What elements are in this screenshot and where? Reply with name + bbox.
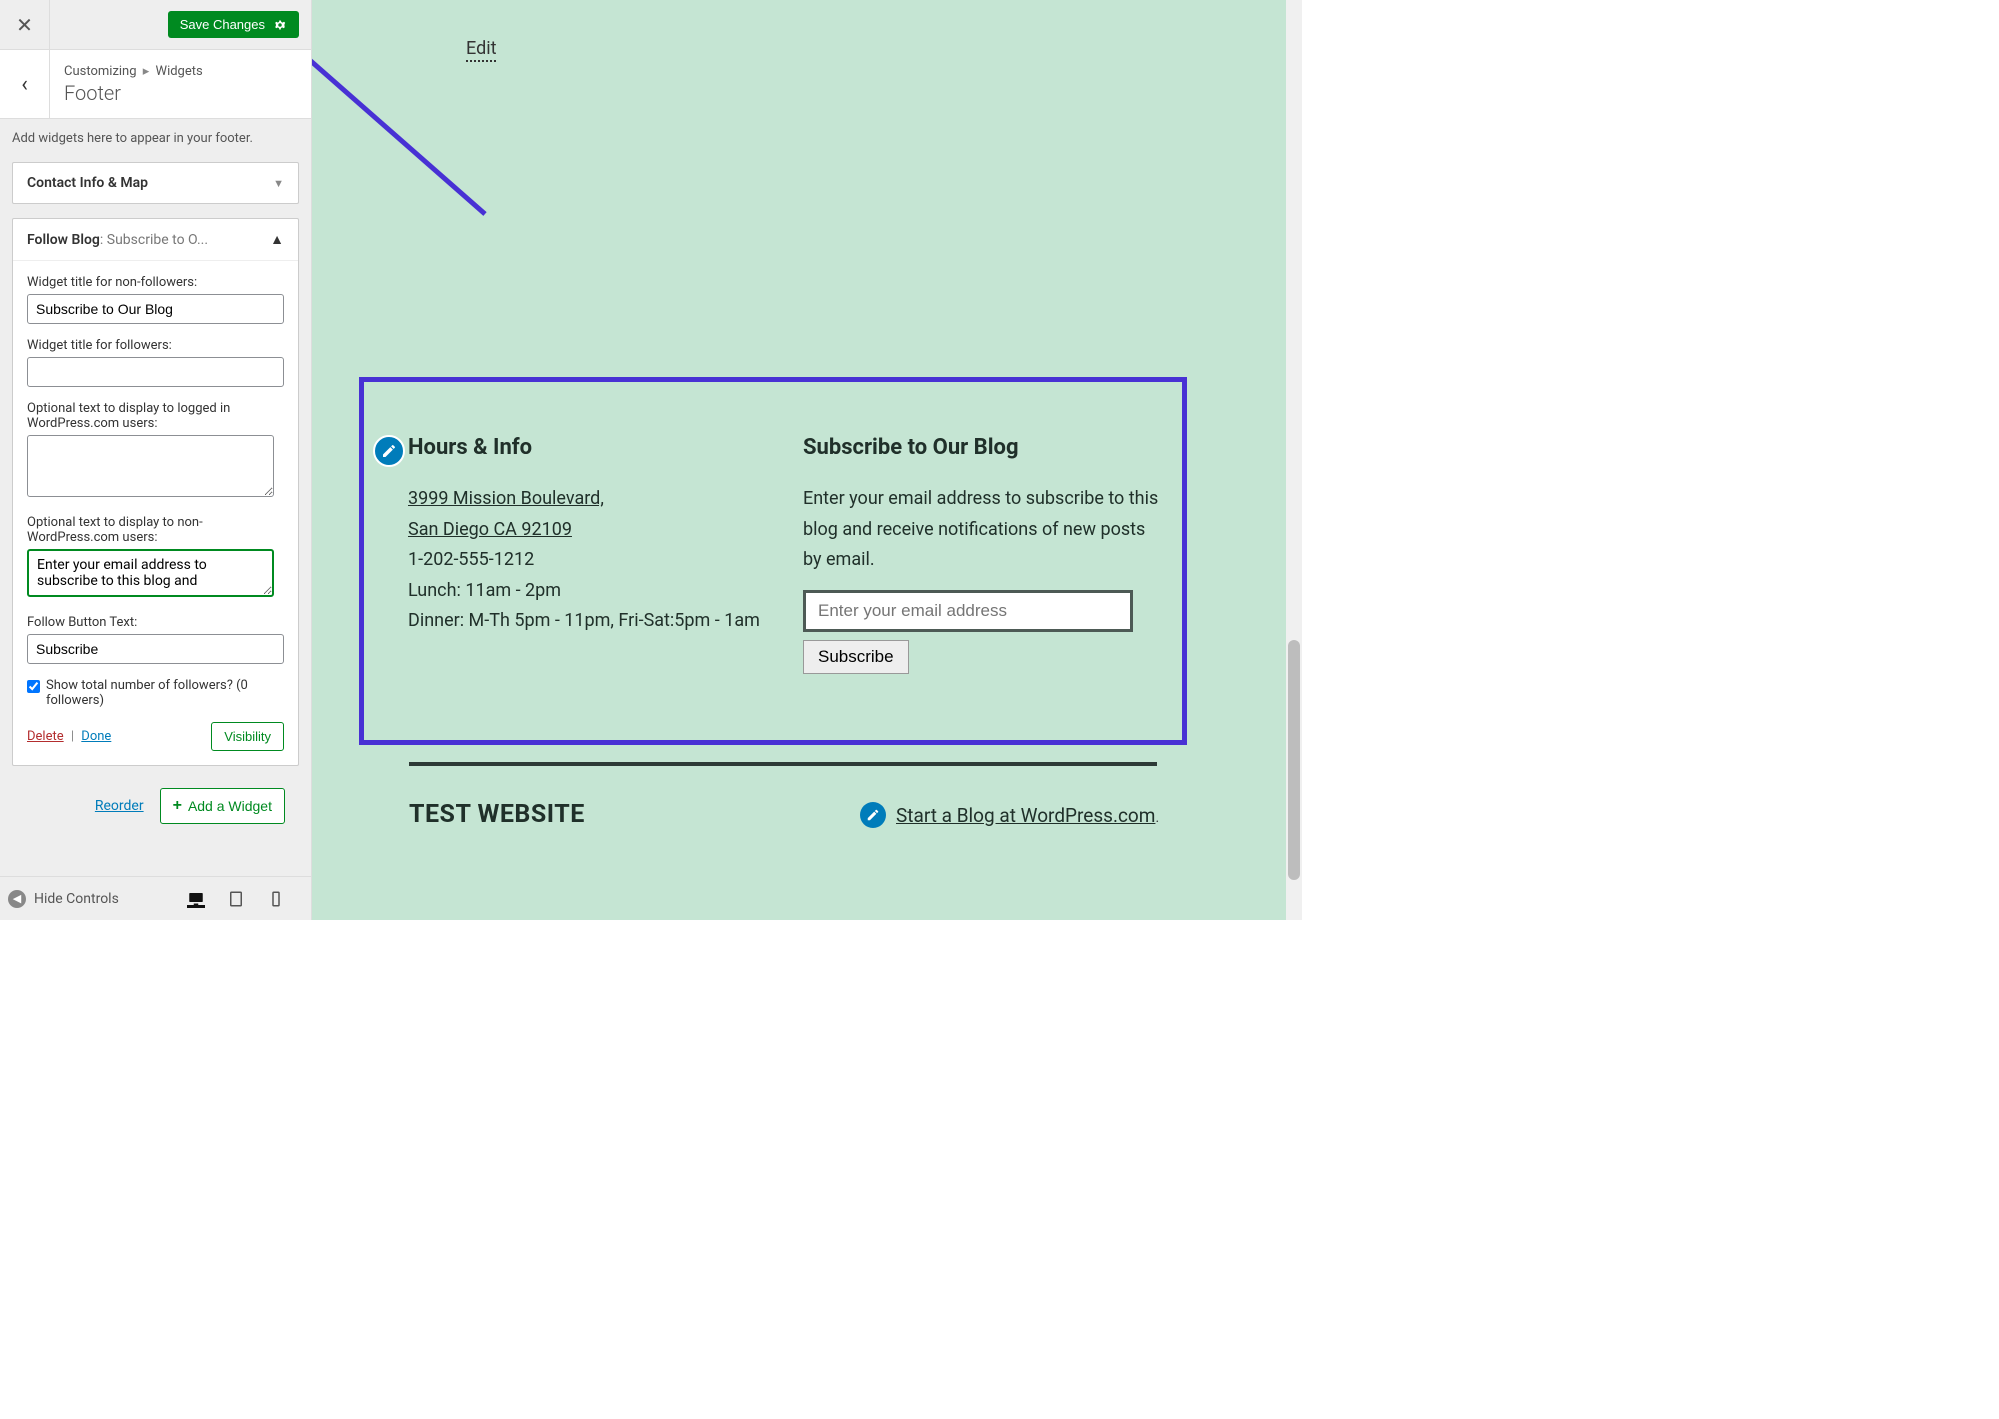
app-root: ✕ Save Changes ‹ Customizing ▸ Widgets F… bbox=[0, 0, 1302, 920]
widget-title: Follow Blog: Subscribe to O... bbox=[27, 232, 208, 248]
pipe-separator: | bbox=[71, 729, 74, 744]
pencil-icon bbox=[381, 443, 397, 459]
follow-button-text-label: Follow Button Text: bbox=[27, 615, 284, 630]
visibility-button[interactable]: Visibility bbox=[211, 722, 284, 751]
subscribe-heading: Subscribe to Our Blog bbox=[803, 435, 1168, 460]
plus-icon: + bbox=[173, 797, 182, 815]
breadcrumb-row: ‹ Customizing ▸ Widgets Footer bbox=[0, 50, 311, 119]
breadcrumb: Customizing ▸ Widgets Footer bbox=[50, 54, 217, 115]
gear-icon bbox=[273, 18, 287, 32]
collapse-icon: ◀ bbox=[8, 890, 26, 908]
preview-inner: Edit Hours & Info 3999 Mission Boulevard… bbox=[312, 0, 1302, 920]
address-block: 3999 Mission Boulevard, San Diego CA 921… bbox=[408, 484, 773, 545]
nonwp-text-label: Optional text to display to non-WordPres… bbox=[27, 515, 284, 545]
loggedin-text-label: Optional text to display to logged in Wo… bbox=[27, 401, 284, 431]
add-widget-label: Add a Widget bbox=[188, 798, 272, 814]
mobile-preview-icon[interactable] bbox=[267, 890, 285, 908]
desktop-preview-icon[interactable] bbox=[187, 890, 205, 908]
sidebar-body: Add widgets here to appear in your foote… bbox=[0, 119, 311, 876]
close-customizer-button[interactable]: ✕ bbox=[0, 0, 50, 50]
nonwp-text-textarea[interactable]: Enter your email address to subscribe to… bbox=[27, 549, 274, 597]
tablet-preview-icon[interactable] bbox=[227, 890, 245, 908]
footer-columns: Hours & Info 3999 Mission Boulevard, San… bbox=[408, 435, 1168, 674]
site-preview: Edit Hours & Info 3999 Mission Boulevard… bbox=[312, 0, 1302, 920]
hours-heading: Hours & Info bbox=[408, 435, 773, 460]
widget-follow-blog-body: Widget title for non-followers: Widget t… bbox=[13, 261, 298, 765]
customizer-sidebar: ✕ Save Changes ‹ Customizing ▸ Widgets F… bbox=[0, 0, 312, 920]
followers-title-label: Widget title for followers: bbox=[27, 338, 284, 353]
sidebar-bottom-bar: ◀ Hide Controls bbox=[0, 876, 311, 920]
widget-actions-left: Delete | Done bbox=[27, 729, 111, 744]
hours-info-widget: Hours & Info 3999 Mission Boulevard, San… bbox=[408, 435, 773, 674]
widget-actions: Delete | Done Visibility bbox=[27, 722, 284, 751]
show-total-followers-label: Show total number of followers? (0 follo… bbox=[46, 678, 284, 708]
wordpress-badge-icon bbox=[860, 802, 886, 828]
save-changes-label: Save Changes bbox=[180, 17, 265, 32]
edit-widget-shortcut[interactable] bbox=[373, 435, 405, 467]
period: . bbox=[1155, 810, 1159, 826]
address-line2-link[interactable]: San Diego CA 92109 bbox=[408, 519, 572, 540]
close-icon: ✕ bbox=[16, 13, 33, 37]
annotation-arrow bbox=[312, 24, 530, 224]
preview-scrollbar-track[interactable] bbox=[1286, 0, 1302, 920]
breadcrumb-root: Customizing bbox=[64, 64, 137, 79]
section-title: Footer bbox=[64, 81, 203, 105]
site-title: TEST WEBSITE bbox=[409, 800, 585, 829]
hide-controls-label: Hide Controls bbox=[34, 891, 119, 907]
breadcrumb-separator: ▸ bbox=[143, 64, 150, 79]
widget-follow-blog-header[interactable]: Follow Blog: Subscribe to O... ▲ bbox=[13, 219, 298, 261]
show-total-followers-row: Show total number of followers? (0 follo… bbox=[27, 678, 284, 708]
nonfollowers-title-label: Widget title for non-followers: bbox=[27, 275, 284, 290]
follow-button-text-input[interactable] bbox=[27, 634, 284, 664]
lunch-text: Lunch: 11am - 2pm bbox=[408, 576, 773, 607]
device-preview-icons bbox=[187, 890, 303, 908]
delete-widget-link[interactable]: Delete bbox=[27, 729, 64, 744]
loggedin-text-textarea[interactable] bbox=[27, 435, 274, 497]
chevron-down-icon: ▼ bbox=[273, 177, 284, 190]
breadcrumb-leaf: Widgets bbox=[156, 64, 203, 79]
followers-title-input[interactable] bbox=[27, 357, 284, 387]
dinner-text: Dinner: M-Th 5pm - 11pm, Fri-Sat:5pm - 1… bbox=[408, 606, 773, 637]
nonfollowers-title-input[interactable] bbox=[27, 294, 284, 324]
done-widget-link[interactable]: Done bbox=[81, 729, 111, 744]
breadcrumb-path: Customizing ▸ Widgets bbox=[64, 64, 203, 79]
subscribe-description: Enter your email address to subscribe to… bbox=[803, 484, 1168, 576]
widget-title-sub: : Subscribe to O... bbox=[100, 232, 208, 248]
widget-title-strong: Follow Blog bbox=[27, 232, 100, 248]
reorder-link[interactable]: Reorder bbox=[95, 798, 144, 814]
subscribe-button[interactable]: Subscribe bbox=[803, 640, 909, 674]
preview-scrollbar-thumb[interactable] bbox=[1288, 640, 1300, 880]
save-changes-button[interactable]: Save Changes bbox=[168, 11, 299, 38]
widget-title: Contact Info & Map bbox=[27, 175, 148, 191]
start-blog-wrap: Start a Blog at WordPress.com. bbox=[896, 804, 1159, 827]
address-line1-link[interactable]: 3999 Mission Boulevard, bbox=[408, 488, 604, 509]
add-widget-button[interactable]: + Add a Widget bbox=[160, 788, 285, 824]
widget-contact-info-header[interactable]: Contact Info & Map ▼ bbox=[12, 162, 299, 204]
help-text: Add widgets here to appear in your foote… bbox=[12, 131, 299, 146]
widget-follow-blog: Follow Blog: Subscribe to O... ▲ Widget … bbox=[12, 218, 299, 766]
sidebar-footer-actions: Reorder + Add a Widget bbox=[12, 780, 299, 838]
subscribe-email-input[interactable] bbox=[803, 590, 1133, 632]
footer-divider bbox=[409, 762, 1157, 766]
start-blog-link[interactable]: Start a Blog at WordPress.com bbox=[896, 804, 1155, 827]
hide-controls-button[interactable]: ◀ Hide Controls bbox=[8, 890, 119, 908]
back-button[interactable]: ‹ bbox=[0, 50, 50, 118]
sidebar-header: ✕ Save Changes bbox=[0, 0, 311, 50]
show-total-followers-checkbox[interactable] bbox=[27, 680, 40, 693]
subscribe-widget: Subscribe to Our Blog Enter your email a… bbox=[803, 435, 1168, 674]
phone-text: 1-202-555-1212 bbox=[408, 545, 773, 576]
chevron-up-icon: ▲ bbox=[270, 231, 284, 248]
start-blog-row: Start a Blog at WordPress.com. bbox=[860, 802, 1159, 828]
chevron-left-icon: ‹ bbox=[21, 72, 28, 97]
